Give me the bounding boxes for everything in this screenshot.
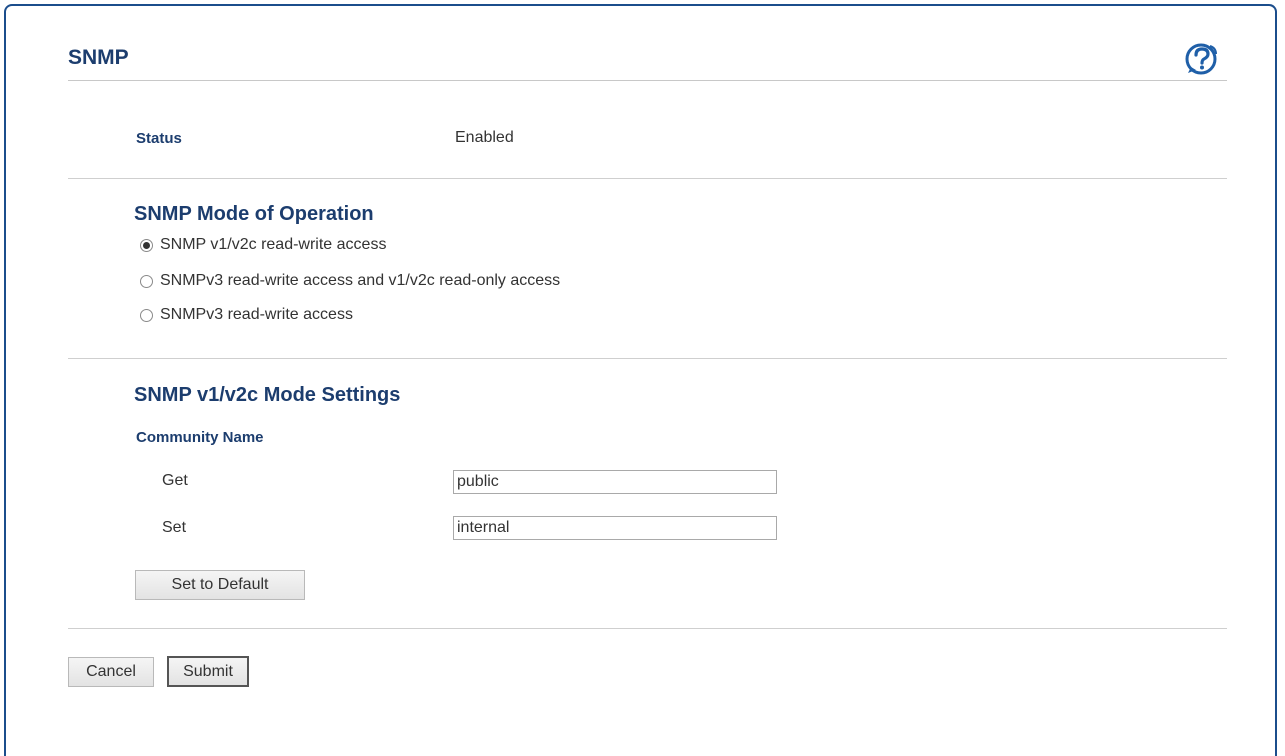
mode-option-label: SNMP v1/v2c read-write access: [160, 236, 387, 253]
title-divider: [68, 80, 1227, 81]
mode-option-label: SNMPv3 read-write access: [160, 306, 353, 323]
mode-option-v3-rw-v1v2c-ro[interactable]: SNMPv3 read-write access and v1/v2c read…: [140, 272, 560, 290]
radio-button[interactable]: [140, 308, 153, 322]
settings-heading: SNMP v1/v2c Mode Settings: [134, 384, 401, 406]
radio-button[interactable]: [140, 274, 153, 288]
radio-button-selected[interactable]: [140, 238, 153, 252]
status-value: Enabled: [455, 129, 514, 146]
submit-button[interactable]: Submit: [167, 656, 249, 687]
section-divider: [68, 178, 1227, 179]
section-divider: [68, 628, 1227, 629]
cancel-button[interactable]: Cancel: [68, 657, 154, 687]
set-label: Set: [162, 519, 187, 536]
set-to-default-button[interactable]: Set to Default: [135, 570, 305, 600]
mode-option-label: SNMPv3 read-write access and v1/v2c read…: [160, 272, 561, 289]
mode-option-v3-rw[interactable]: SNMPv3 read-write access: [140, 306, 353, 324]
section-divider: [68, 358, 1227, 359]
mode-heading: SNMP Mode of Operation: [134, 203, 374, 225]
mode-option-v1v2c-rw[interactable]: SNMP v1/v2c read-write access: [140, 236, 386, 254]
set-community-input[interactable]: [453, 516, 777, 540]
page-frame: [4, 4, 1277, 756]
get-community-input[interactable]: [453, 470, 777, 494]
get-label: Get: [162, 472, 188, 489]
page-title: SNMP: [68, 46, 129, 69]
status-label: Status: [136, 130, 182, 147]
help-icon[interactable]: [1183, 40, 1223, 76]
community-name-label: Community Name: [136, 429, 264, 446]
